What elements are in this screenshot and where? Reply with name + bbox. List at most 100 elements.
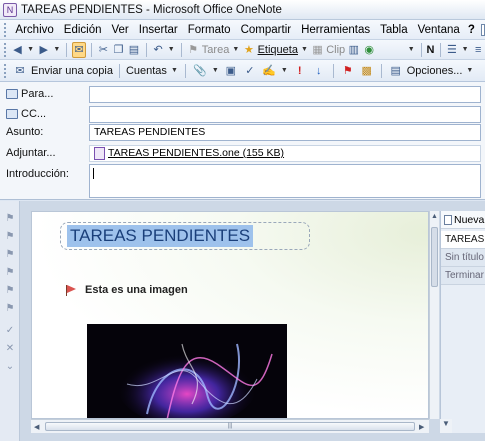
attach-field[interactable]: TAREAS PENDIENTES.one (155 KB) bbox=[89, 144, 481, 162]
send-icon[interactable]: ✉ bbox=[12, 63, 28, 79]
accounts-dropdown-icon[interactable]: ▼ bbox=[171, 67, 178, 74]
subject-row: Asunto: TAREAS PENDIENTES bbox=[0, 122, 485, 142]
vertical-scroll-thumb[interactable] bbox=[431, 227, 438, 287]
task-dropdown-icon[interactable]: ▼ bbox=[232, 46, 239, 53]
flag-icon[interactable]: ⚑ bbox=[4, 213, 16, 225]
cut-icon[interactable]: ✂ bbox=[97, 42, 110, 58]
menu-bar: Archivo Edición Ver Insertar Formato Com… bbox=[0, 20, 485, 40]
attachment-link[interactable]: TAREAS PENDIENTES.one (155 KB) bbox=[108, 147, 284, 159]
page-title[interactable]: TAREAS PENDIENTES bbox=[67, 225, 254, 247]
flag-icon[interactable]: ⚑ bbox=[4, 285, 16, 297]
attach-row: Adjuntar... TAREAS PENDIENTES.one (155 K… bbox=[0, 143, 485, 163]
clip-icon[interactable]: ▦ bbox=[311, 42, 324, 58]
menu-tabla[interactable]: Tabla bbox=[375, 24, 413, 36]
research-icon[interactable]: ◉ bbox=[362, 42, 375, 58]
tag-star-icon[interactable]: ★ bbox=[242, 42, 255, 58]
page-tab-sin-titulo[interactable]: Sin título bbox=[441, 249, 485, 267]
task-button[interactable]: Tarea bbox=[202, 44, 230, 56]
menu-archivo[interactable]: Archivo bbox=[10, 24, 58, 36]
table-icon[interactable]: ▥ bbox=[347, 42, 360, 58]
horizontal-scroll-thumb[interactable]: ||| bbox=[45, 422, 415, 431]
options-icon[interactable]: ▤ bbox=[388, 63, 404, 79]
undo-icon[interactable]: ↶ bbox=[151, 42, 164, 58]
menu-help[interactable]: ? bbox=[465, 24, 478, 36]
attach-dropdown-icon[interactable]: ▼ bbox=[212, 67, 219, 74]
page-title-container[interactable]: TAREAS PENDIENTES bbox=[60, 222, 310, 250]
close-icon[interactable]: ✕ bbox=[4, 343, 16, 355]
page-tab-tareas[interactable]: TAREAS P bbox=[441, 231, 485, 249]
importance-high-icon[interactable]: ! bbox=[292, 63, 308, 79]
red-flag-icon[interactable] bbox=[65, 285, 77, 296]
new-page-button[interactable]: Nueva bbox=[441, 211, 485, 229]
accounts-button[interactable]: Cuentas bbox=[126, 65, 167, 77]
bullets-dropdown-icon[interactable]: ▼ bbox=[462, 46, 469, 53]
tagged-note[interactable]: Esta es una imagen bbox=[65, 284, 188, 296]
flag-icon[interactable]: ⚑ bbox=[4, 249, 16, 261]
attach-clip-icon[interactable]: 📎 bbox=[192, 63, 208, 79]
scroll-left-icon[interactable]: ◀ bbox=[34, 423, 39, 431]
toolbar-grip[interactable] bbox=[4, 63, 7, 78]
subject-field[interactable]: TAREAS PENDIENTES bbox=[89, 123, 481, 141]
toolbar-grip[interactable] bbox=[4, 42, 7, 57]
horizontal-scrollbar[interactable]: ◀ ||| ▶ bbox=[31, 419, 429, 433]
send-copy-button[interactable]: Enviar una copia bbox=[31, 65, 113, 77]
menu-ver[interactable]: Ver bbox=[107, 24, 134, 36]
signature-icon[interactable]: ✍ bbox=[261, 63, 277, 79]
menu-ventana[interactable]: Ventana bbox=[413, 24, 465, 36]
permission-icon[interactable]: ▩ bbox=[359, 63, 375, 79]
check-icon[interactable]: ✓ bbox=[4, 325, 16, 337]
spelling-icon[interactable]: ✓ bbox=[242, 63, 258, 79]
collapse-icon[interactable]: ⌄ bbox=[4, 361, 16, 373]
importance-low-icon[interactable]: ↓ bbox=[311, 63, 327, 79]
tag-dropdown-icon[interactable]: ▼ bbox=[301, 46, 308, 53]
task-flag-icon[interactable]: ⚑ bbox=[186, 42, 199, 58]
paste-icon[interactable]: ▤ bbox=[127, 42, 140, 58]
to-field[interactable] bbox=[89, 85, 481, 103]
tag-button[interactable]: Etiqueta bbox=[258, 44, 298, 56]
signature-dropdown-icon[interactable]: ▼ bbox=[281, 67, 288, 74]
cc-row: CC... bbox=[0, 104, 485, 124]
toolbar-overflow-icon[interactable]: ▼ bbox=[466, 67, 473, 74]
copy-icon[interactable]: ❐ bbox=[112, 42, 125, 58]
menu-insertar[interactable]: Insertar bbox=[134, 24, 183, 36]
fractal-image[interactable] bbox=[87, 324, 287, 418]
options-button[interactable]: Opciones... bbox=[407, 65, 463, 77]
undo-dropdown-icon[interactable]: ▼ bbox=[168, 46, 175, 53]
follow-up-flag-icon[interactable]: ⚑ bbox=[340, 63, 356, 79]
cc-field[interactable] bbox=[89, 105, 481, 123]
clip-button[interactable]: Clip bbox=[326, 44, 345, 56]
menu-formato[interactable]: Formato bbox=[183, 24, 236, 36]
bullets-icon[interactable]: ☰ bbox=[445, 42, 458, 58]
flag-icon[interactable]: ⚑ bbox=[4, 231, 16, 243]
bold-button[interactable]: N bbox=[427, 44, 435, 56]
page-tab-terminar[interactable]: Terminar bbox=[441, 267, 485, 285]
email-page-icon[interactable]: ✉ bbox=[72, 41, 86, 58]
cc-label-button[interactable]: CC... bbox=[0, 108, 86, 120]
menu-grip[interactable] bbox=[4, 22, 7, 37]
flag-icon[interactable]: ⚑ bbox=[4, 267, 16, 279]
forward-dropdown-icon[interactable]: ▼ bbox=[53, 46, 60, 53]
toolbar-separator bbox=[380, 63, 382, 78]
onenote-icon[interactable]: N bbox=[3, 2, 17, 17]
scroll-down-icon[interactable]: ▼ bbox=[440, 419, 452, 433]
attach-label-button[interactable]: Adjuntar... bbox=[0, 147, 86, 159]
back-icon[interactable]: ◀ bbox=[11, 42, 24, 58]
scroll-up-icon[interactable]: ▲ bbox=[431, 213, 438, 220]
indent-icon[interactable]: ≡ bbox=[472, 42, 485, 58]
toolbar-overflow-icon[interactable]: ▼ bbox=[408, 46, 415, 53]
to-label-button[interactable]: Para... bbox=[0, 88, 86, 100]
note-page[interactable]: TAREAS PENDIENTES Esta es una imagen bbox=[31, 211, 429, 419]
note-text[interactable]: Esta es una imagen bbox=[85, 284, 188, 296]
restore-window-icon[interactable] bbox=[480, 23, 485, 36]
menu-edicion[interactable]: Edición bbox=[59, 24, 107, 36]
back-dropdown-icon[interactable]: ▼ bbox=[27, 46, 34, 53]
scroll-right-icon[interactable]: ▶ bbox=[419, 423, 424, 431]
flag-icon[interactable]: ⚑ bbox=[4, 303, 16, 315]
menu-compartir[interactable]: Compartir bbox=[236, 24, 296, 36]
intro-field[interactable] bbox=[89, 164, 481, 198]
address-book-icon[interactable]: ▣ bbox=[223, 63, 239, 79]
menu-herramientas[interactable]: Herramientas bbox=[296, 24, 375, 36]
forward-icon[interactable]: ▶ bbox=[37, 42, 50, 58]
vertical-scrollbar[interactable]: ▲ bbox=[429, 211, 439, 419]
toolbar-separator bbox=[90, 42, 92, 57]
